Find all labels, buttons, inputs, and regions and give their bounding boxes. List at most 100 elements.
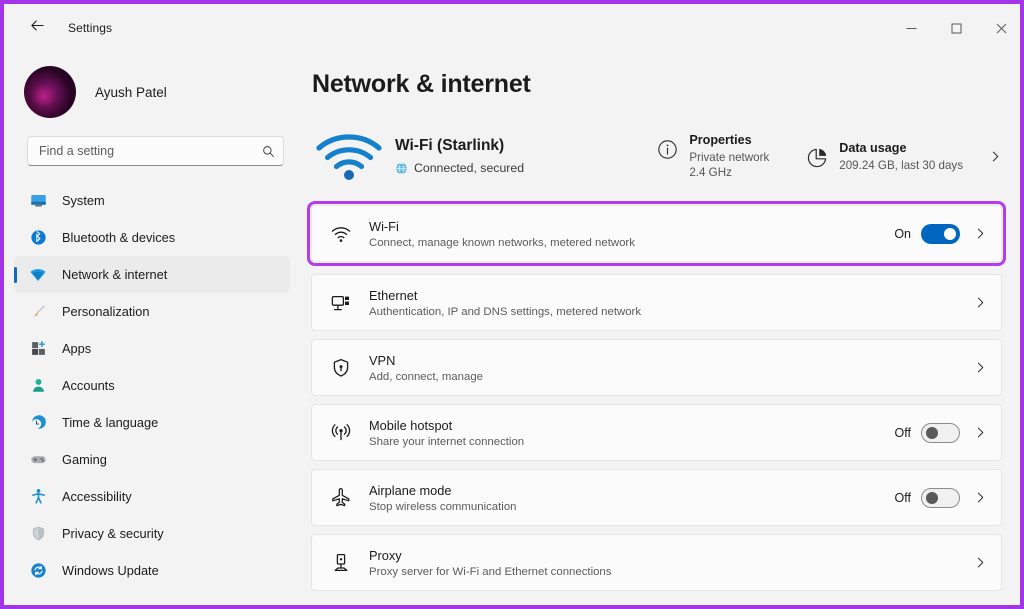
arrow-left-icon bbox=[30, 18, 45, 38]
mobile-hotspot-toggle[interactable] bbox=[921, 422, 960, 443]
toggle-state-label: Off bbox=[894, 425, 911, 440]
row-title: Wi-Fi bbox=[369, 218, 399, 234]
proxy-server-icon bbox=[328, 552, 354, 574]
sidebar-item-privacy-security[interactable]: Privacy & security bbox=[14, 515, 290, 552]
properties-title: Properties bbox=[689, 133, 752, 147]
clock-globe-icon bbox=[28, 413, 48, 433]
row-title: VPN bbox=[369, 352, 396, 368]
bluetooth-icon bbox=[28, 228, 48, 248]
wifi-signal-large-icon bbox=[313, 131, 385, 181]
toggle-knob bbox=[944, 227, 956, 240]
properties-card[interactable]: Properties Private network 2.4 GHz bbox=[649, 129, 775, 183]
airplane-icon bbox=[328, 487, 354, 509]
row-title: Mobile hotspot bbox=[369, 417, 453, 433]
network-status-strip: Wi-Fi (Starlink) Connected, secured Prop… bbox=[311, 119, 1002, 193]
properties-line1: Private network bbox=[689, 151, 770, 164]
chevron-right-icon[interactable] bbox=[974, 227, 987, 240]
page-title: Network & internet bbox=[312, 70, 531, 98]
main-content: Network & internet Wi-Fi (Starlink) Conn… bbox=[300, 48, 1020, 605]
back-button[interactable] bbox=[20, 13, 54, 43]
wifi-icon bbox=[28, 265, 48, 285]
row-title: Ethernet bbox=[369, 287, 418, 303]
settings-window: Settings Ayush Patel Find a setting Syst… bbox=[8, 8, 1020, 605]
annotation-frame: Settings Ayush Patel Find a setting Syst… bbox=[0, 0, 1024, 609]
sidebar-item-accessibility[interactable]: Accessibility bbox=[14, 478, 290, 515]
row-vpn[interactable]: VPN Add, connect, manage bbox=[311, 339, 1002, 396]
sidebar-item-label: System bbox=[62, 193, 105, 208]
row-proxy[interactable]: Proxy Proxy server for Wi-Fi and Etherne… bbox=[311, 534, 1002, 591]
sidebar-item-bluetooth-devices[interactable]: Bluetooth & devices bbox=[14, 219, 290, 256]
sidebar-item-system[interactable]: System bbox=[14, 182, 290, 219]
account-row[interactable]: Ayush Patel bbox=[8, 48, 300, 126]
row-subtitle: Share your internet connection bbox=[369, 435, 525, 448]
row-wifi[interactable]: Wi-Fi Connect, manage known networks, me… bbox=[307, 201, 1006, 266]
status-cards: Properties Private network 2.4 GHz Data … bbox=[649, 129, 1002, 183]
row-subtitle: Connect, manage known networks, metered … bbox=[369, 236, 635, 249]
data-usage-line1: 209.24 GB, last 30 days bbox=[839, 158, 963, 172]
apps-grid-icon bbox=[28, 339, 48, 359]
sidebar-item-label: Network & internet bbox=[62, 267, 168, 282]
toggle-state-label: On bbox=[894, 226, 911, 241]
sidebar-item-gaming[interactable]: Gaming bbox=[14, 441, 290, 478]
row-subtitle: Stop wireless communication bbox=[369, 500, 517, 513]
maximize-button[interactable] bbox=[934, 8, 979, 48]
row-title: Proxy bbox=[369, 547, 402, 563]
titlebar: Settings bbox=[8, 8, 1020, 48]
chevron-right-icon[interactable] bbox=[974, 296, 987, 309]
globe-icon bbox=[395, 162, 408, 175]
row-title: Airplane mode bbox=[369, 482, 452, 498]
minimize-icon bbox=[906, 27, 917, 29]
row-ethernet[interactable]: Ethernet Authentication, IP and DNS sett… bbox=[311, 274, 1002, 331]
gamepad-icon bbox=[28, 450, 48, 470]
network-state: Connected, secured bbox=[395, 161, 524, 175]
data-usage-card[interactable]: Data usage 209.24 GB, last 30 days bbox=[799, 137, 969, 176]
paintbrush-icon bbox=[28, 302, 48, 322]
sidebar-item-time-language[interactable]: Time & language bbox=[14, 404, 290, 441]
person-icon bbox=[28, 376, 48, 396]
sidebar-item-accounts[interactable]: Accounts bbox=[14, 367, 290, 404]
accessibility-person-icon bbox=[28, 487, 48, 507]
network-status-text: Wi-Fi (Starlink) Connected, secured bbox=[395, 137, 524, 175]
window-controls bbox=[889, 8, 1020, 48]
row-mobile-hotspot[interactable]: Mobile hotspot Share your internet conne… bbox=[311, 404, 1002, 461]
sidebar-item-label: Bluetooth & devices bbox=[62, 230, 176, 245]
chevron-right-icon[interactable] bbox=[974, 361, 987, 374]
sidebar-item-label: Accounts bbox=[62, 378, 115, 393]
maximize-icon bbox=[951, 23, 962, 33]
search-input[interactable] bbox=[39, 144, 262, 158]
pie-chart-icon bbox=[805, 147, 829, 169]
sidebar-item-windows-update[interactable]: Windows Update bbox=[14, 552, 290, 589]
row-airplane-mode[interactable]: Airplane mode Stop wireless communicatio… bbox=[311, 469, 1002, 526]
monitor-icon bbox=[28, 191, 48, 211]
hotspot-broadcast-icon bbox=[328, 422, 354, 444]
airplane-mode-toggle[interactable] bbox=[921, 487, 960, 508]
close-icon bbox=[996, 23, 1007, 33]
sidebar-item-network-internet[interactable]: Network & internet bbox=[14, 256, 290, 293]
account-name: Ayush Patel bbox=[95, 84, 167, 100]
chevron-right-icon[interactable] bbox=[974, 426, 987, 439]
chevron-right-icon[interactable] bbox=[974, 491, 987, 504]
row-subtitle: Authentication, IP and DNS settings, met… bbox=[369, 305, 642, 318]
sidebar-item-label: Personalization bbox=[62, 304, 150, 319]
ethernet-icon bbox=[328, 292, 354, 314]
info-circle-icon bbox=[655, 139, 679, 160]
sidebar-item-personalization[interactable]: Personalization bbox=[14, 293, 290, 330]
vpn-shield-icon bbox=[328, 357, 354, 379]
sidebar-item-label: Gaming bbox=[62, 452, 107, 467]
row-subtitle: Add, connect, manage bbox=[369, 370, 483, 383]
avatar[interactable] bbox=[24, 66, 76, 118]
network-state-label: Connected, secured bbox=[414, 161, 525, 175]
minimize-button[interactable] bbox=[889, 8, 934, 48]
chevron-right-icon[interactable] bbox=[989, 150, 1002, 163]
sidebar-item-label: Windows Update bbox=[62, 563, 159, 578]
close-button[interactable] bbox=[979, 8, 1020, 48]
chevron-right-icon[interactable] bbox=[974, 556, 987, 569]
search-icon[interactable] bbox=[262, 145, 275, 158]
toggle-knob bbox=[926, 491, 938, 504]
wifi-icon bbox=[328, 223, 354, 245]
toggle-state-label: Off bbox=[894, 490, 911, 505]
toggle-knob bbox=[926, 426, 938, 439]
wifi-toggle[interactable] bbox=[921, 223, 960, 244]
sidebar-item-apps[interactable]: Apps bbox=[14, 330, 290, 367]
search-box[interactable] bbox=[27, 136, 284, 166]
